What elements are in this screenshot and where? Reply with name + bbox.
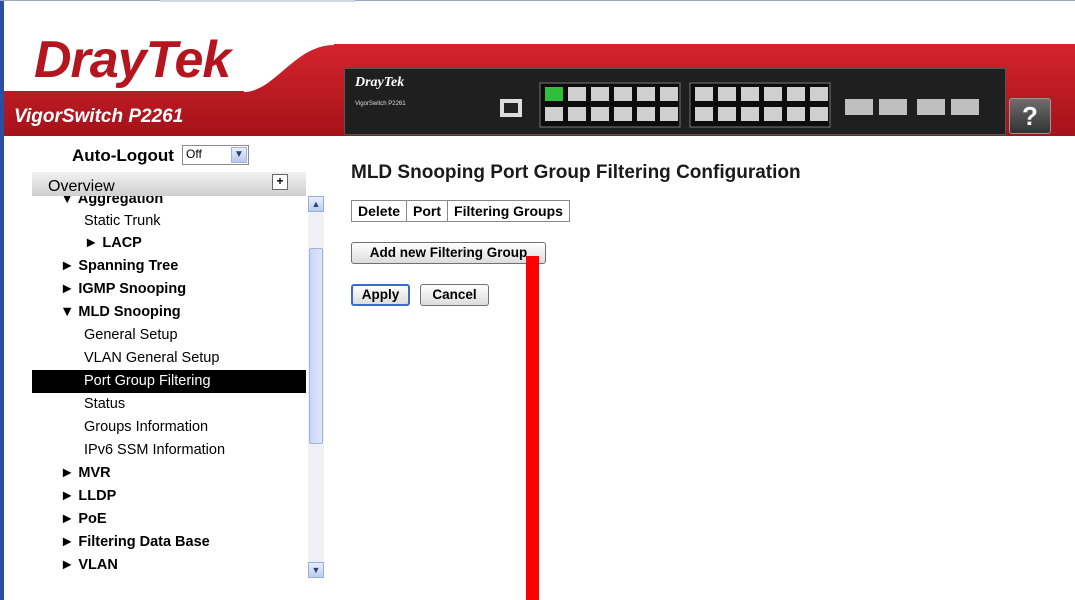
device-ports-graphic (500, 82, 979, 128)
column-header-port: Port (406, 200, 449, 222)
sidebar-item[interactable]: ► PoE (32, 508, 306, 531)
annotation-arrow (526, 256, 539, 600)
sidebar-item[interactable]: Static Trunk (32, 210, 306, 233)
sidebar-item-label: IPv6 SSM Information (84, 442, 226, 458)
sidebar-item-label: ▼ MLD Snooping (60, 304, 181, 320)
overview-header[interactable]: Overview + (32, 172, 306, 196)
sidebar-item[interactable]: Port Group Filtering (32, 370, 306, 393)
autologout-select[interactable]: Off ▼ (182, 145, 249, 165)
brand-logo: DrayTek (34, 31, 231, 89)
apply-button[interactable]: Apply (351, 284, 410, 306)
scrollbar-thumb[interactable] (309, 248, 323, 444)
expand-plus-icon[interactable]: + (272, 174, 288, 190)
device-panel-image: DrayTek VigorSwitch P2261 (344, 68, 1006, 135)
sidebar-item-label: Groups Information (84, 419, 209, 435)
sidebar-nav-tree: ▼ Aggregation Static Trunk ► LACP ► Spannin… (32, 196, 308, 576)
autologout-label: Auto-Logout (72, 146, 174, 165)
add-filtering-group-button[interactable]: Add new Filtering Group (351, 242, 546, 264)
autologout-value: Off (186, 147, 202, 161)
sidebar-item[interactable]: ► LACP (32, 232, 306, 255)
sidebar-item[interactable]: IPv6 SSM Information (32, 439, 306, 462)
sidebar-item[interactable]: Status (32, 393, 306, 416)
sidebar-item[interactable]: Groups Information (32, 416, 306, 439)
sidebar-item-label: ► MVR (60, 465, 111, 481)
sidebar-item[interactable]: ▼ MLD Snooping (32, 301, 306, 324)
sidebar-item-label: ► Filtering Data Base (60, 534, 210, 550)
column-header-filtering-groups: Filtering Groups (447, 200, 570, 222)
help-button[interactable]: ? (1009, 98, 1051, 134)
table-header-row: Delete Port Filtering Groups (350, 200, 570, 222)
sidebar-item[interactable]: ► LLDP (32, 485, 306, 508)
sidebar-item[interactable]: ▼ Aggregation (32, 196, 306, 211)
sidebar-item-label: General Setup (84, 327, 178, 343)
sidebar-item-label: Static Trunk (84, 213, 161, 229)
sidebar-item-label: Status (84, 396, 126, 412)
sidebar-item-label: ► LLDP (60, 488, 117, 504)
column-header-delete: Delete (350, 200, 408, 222)
scroll-down-icon[interactable]: ▼ (308, 562, 324, 578)
chevron-down-icon[interactable]: ▼ (231, 147, 247, 163)
sidebar-item[interactable]: ► VLAN (32, 554, 306, 576)
window-tab-edge (160, 0, 355, 2)
sidebar-item-label: Port Group Filtering (84, 373, 211, 389)
sidebar-item[interactable]: ► Spanning Tree (32, 255, 306, 278)
sidebar-item-label: ► IGMP Snooping (60, 281, 187, 297)
filtering-table: Delete Port Filtering Groups (350, 200, 570, 222)
page-title: MLD Snooping Port Group Filtering Config… (351, 162, 801, 183)
scroll-up-icon[interactable]: ▲ (308, 196, 324, 212)
sidebar-item-label: ► Spanning Tree (60, 258, 179, 274)
header-banner: DrayTek VigorSwitch P2261 DrayTek VigorS… (4, 6, 1075, 136)
sidebar-item[interactable]: ► IGMP Snooping (32, 278, 306, 301)
cancel-button[interactable]: Cancel (420, 284, 489, 306)
model-name: VigorSwitch P2261 (14, 106, 184, 127)
sidebar-item[interactable]: ► MVR (32, 462, 306, 485)
sidebar-item-label: VLAN General Setup (84, 350, 220, 366)
sidebar-item-label: ► PoE (60, 511, 107, 527)
sidebar-item[interactable]: ► Filtering Data Base (32, 531, 306, 554)
sidebar-scrollbar[interactable]: ▲ ▼ (308, 196, 324, 578)
sidebar-item[interactable]: VLAN General Setup (32, 347, 306, 370)
sidebar-item-label: ▼ Aggregation (60, 196, 164, 207)
sidebar-item[interactable]: General Setup (32, 324, 306, 347)
sidebar-item-label: ► VLAN (60, 557, 118, 573)
sidebar-item-label: ► LACP (84, 235, 142, 251)
overview-label: Overview (48, 178, 115, 195)
